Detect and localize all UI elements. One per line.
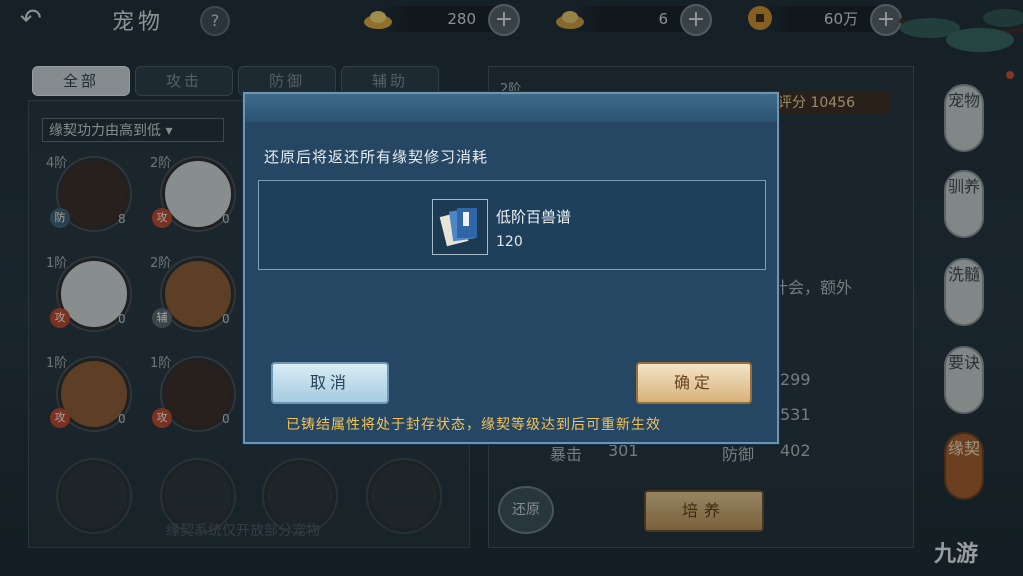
cancel-button[interactable]: 取消	[271, 362, 389, 404]
item-name: 低阶百兽谱	[496, 208, 572, 226]
item-count: 120	[496, 234, 523, 250]
confirm-button[interactable]: 确定	[636, 362, 752, 404]
book-scroll-icon	[432, 199, 488, 255]
dialog-message: 还原后将返还所有缘契修习消耗	[264, 148, 489, 166]
dialog-header-ornament	[245, 94, 777, 122]
dialog-note: 已铸结属性将处于封存状态，缘契等级达到后可重新生效	[286, 417, 661, 433]
